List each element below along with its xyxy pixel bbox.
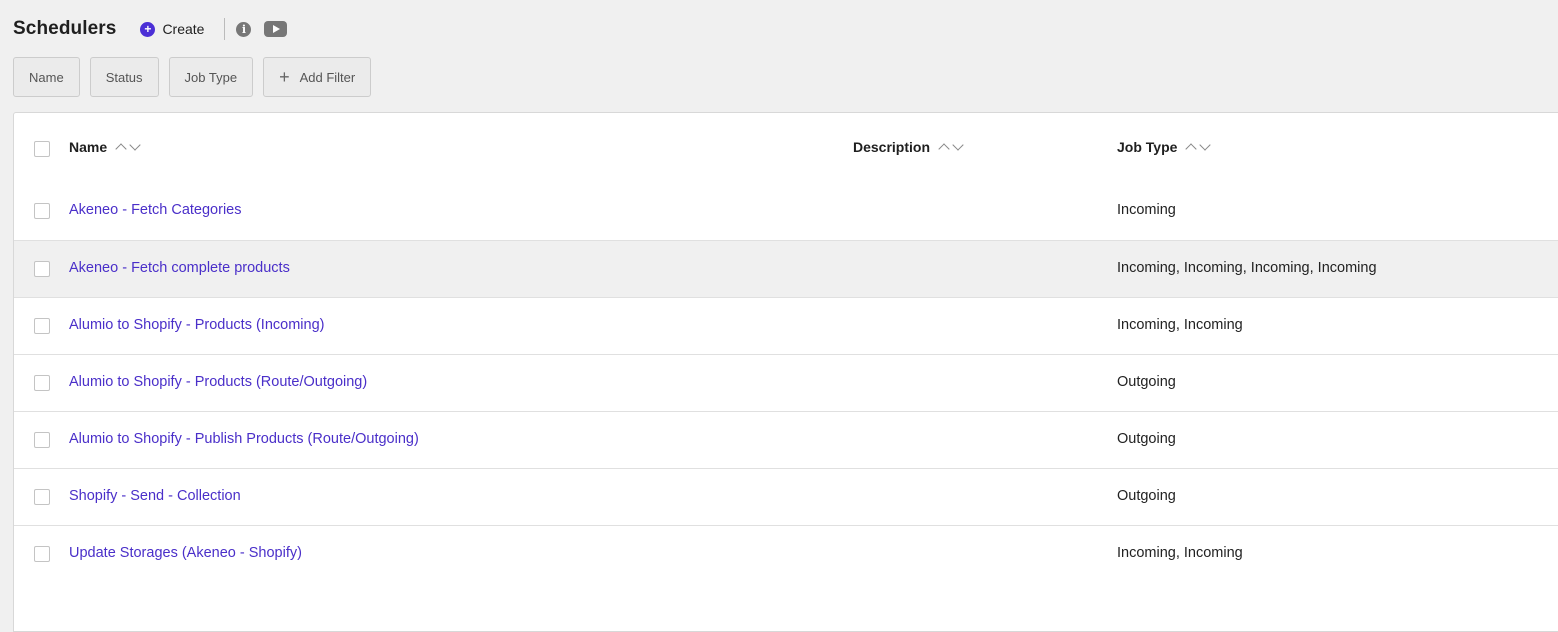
scheduler-name-link[interactable]: Shopify - Send - Collection [69,488,241,504]
column-header-description-label: Description [853,139,931,155]
job-type-cell: Outgoing [1117,488,1176,504]
table-row[interactable]: Akeneo - Fetch Categories Incoming [14,183,1558,240]
scheduler-name-link[interactable]: Alumio to Shopify - Publish Products (Ro… [69,431,419,447]
row-checkbox[interactable] [34,432,50,448]
column-header-name-label: Name [69,139,108,155]
column-header-job-type-label: Job Type [1117,139,1178,155]
sort-control[interactable] [938,139,968,155]
filter-name-label: Name [29,69,64,85]
select-all-checkbox[interactable] [34,141,50,157]
sort-desc-icon [129,139,141,151]
add-filter-label: Add Filter [299,69,356,85]
scheduler-name-link[interactable]: Update Storages (Akeneo - Shopify) [69,545,302,561]
scheduler-name-link[interactable]: Akeneo - Fetch complete products [69,260,290,276]
sort-desc-icon [1199,139,1212,151]
column-header-description[interactable]: Description [853,139,968,155]
job-type-cell: Outgoing [1117,431,1176,447]
row-checkbox[interactable] [34,203,50,219]
table-row[interactable]: Akeneo - Fetch complete products Incomin… [14,240,1558,297]
youtube-icon[interactable] [264,21,288,37]
filter-name[interactable]: Name [13,57,80,97]
sort-asc-icon [115,143,127,155]
create-button[interactable]: + Create [140,21,204,37]
plus-circle-icon: + [140,21,156,37]
row-checkbox[interactable] [34,489,50,505]
table-row[interactable]: Shopify - Send - Collection Outgoing [14,468,1558,525]
job-type-cell: Incoming [1117,202,1176,218]
filter-bar: Name Status Job Type + Add Filter [13,57,381,97]
job-type-cell: Incoming, Incoming, Incoming, Incoming [1117,260,1377,276]
table-row[interactable]: Alumio to Shopify - Products (Incoming) … [14,297,1558,354]
scheduler-name-link[interactable]: Akeneo - Fetch Categories [69,202,241,218]
row-checkbox[interactable] [34,546,50,562]
column-header-name[interactable]: Name [69,139,145,155]
page-header: Schedulers + Create i [13,14,288,44]
filter-job-type[interactable]: Job Type [168,57,254,97]
sort-asc-icon [938,143,950,155]
table-row[interactable]: Alumio to Shopify - Products (Route/Outg… [14,354,1558,411]
row-checkbox[interactable] [34,375,50,391]
schedulers-table: Name Description Job Type Akeneo - Fetch… [13,112,1558,632]
page-title: Schedulers [13,18,117,39]
job-type-cell: Incoming, Incoming [1117,545,1243,561]
table-row[interactable]: Alumio to Shopify - Publish Products (Ro… [14,411,1558,468]
header-divider [224,18,226,40]
table-header: Name Description Job Type [14,113,1558,181]
column-header-job-type[interactable]: Job Type [1117,139,1215,155]
plus-icon: + [279,66,290,87]
row-checkbox[interactable] [34,261,50,277]
scheduler-name-link[interactable]: Alumio to Shopify - Products (Route/Outg… [69,374,367,390]
sort-control[interactable] [1185,139,1215,155]
info-icon[interactable]: i [236,21,252,37]
job-type-cell: Incoming, Incoming [1117,317,1243,333]
filter-status[interactable]: Status [89,57,159,97]
job-type-cell: Outgoing [1117,374,1176,390]
filter-status-label: Status [105,69,143,85]
table-row[interactable]: Update Storages (Akeneo - Shopify) Incom… [14,525,1558,582]
create-button-label: Create [162,21,205,37]
filter-job-type-label: Job Type [184,69,238,85]
add-filter-button[interactable]: + Add Filter [263,57,372,97]
sort-asc-icon [1185,143,1198,155]
row-checkbox[interactable] [34,318,50,334]
scheduler-name-link[interactable]: Alumio to Shopify - Products (Incoming) [69,317,324,333]
sort-control[interactable] [115,139,145,155]
sort-desc-icon [952,139,964,151]
